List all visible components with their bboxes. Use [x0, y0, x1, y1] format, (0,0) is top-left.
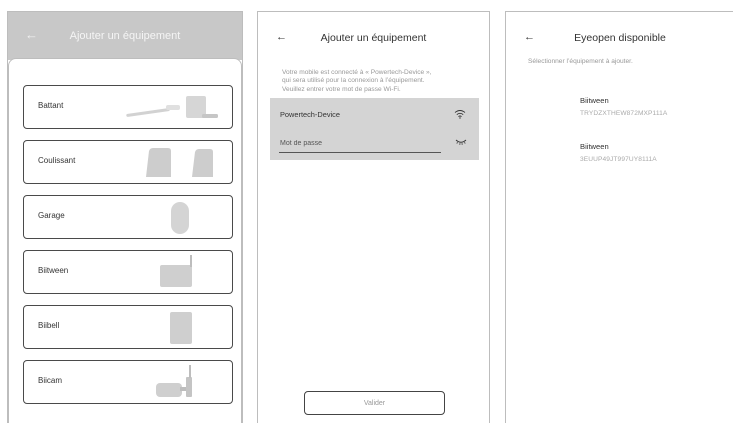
eye-closed-icon[interactable] — [455, 138, 467, 146]
validate-button[interactable]: Valider — [304, 391, 445, 415]
wifi-instructions-line: Veuillez entrer votre mot de passe Wi-Fi… — [282, 85, 401, 93]
device-name: Biitween — [580, 142, 609, 151]
wifi-instructions-line: Votre mobile est connecté à « Powertech-… — [282, 69, 432, 76]
screen-header: ← Eyeopen disponible — [506, 31, 733, 49]
device-type-label: Coulissant — [38, 156, 76, 165]
device-type-card-biitween[interactable]: Biitween — [23, 250, 233, 294]
device-serial: 3EUUP49JT997UY8111A — [580, 156, 657, 163]
page-title: Ajouter un équipement — [320, 32, 427, 44]
device-name: Biitween — [580, 96, 609, 105]
device-serial: TRYDZXTHEW872MXP111A — [580, 110, 668, 117]
wifi-instructions-line: qui sera utilisé pour la connexion à l’é… — [282, 77, 425, 85]
device-type-label: Garage — [38, 211, 65, 220]
device-list-item[interactable]: Biitween TRYDZXTHEW872MXP111A — [580, 96, 667, 117]
wifi-instructions: Votre mobile est connecté à « Powertech-… — [282, 69, 482, 94]
add-equipment-screen-type-list: ← Ajouter un équipement Battant Coulissa… — [7, 11, 243, 423]
device-type-label: Biicam — [38, 376, 63, 385]
device-type-card-biicam[interactable]: Biicam — [23, 360, 233, 404]
device-type-card-garage[interactable]: Garage — [23, 195, 233, 239]
wifi-credentials-box: Powertech-Device — [270, 98, 479, 160]
device-type-card-coulissant[interactable]: Coulissant — [23, 140, 233, 184]
biicam-device-icon — [156, 365, 192, 397]
swing-gate-motor-icon — [126, 96, 218, 118]
device-type-label: Battant — [38, 101, 64, 110]
biibell-device-icon — [170, 312, 192, 344]
network-name: Powertech-Device — [280, 110, 340, 119]
page-title: Eyeopen disponible — [574, 32, 666, 44]
device-type-card-biibell[interactable]: Biibell — [23, 305, 233, 349]
device-type-label: Biibell — [38, 321, 60, 330]
garage-motor-icon — [171, 202, 189, 234]
available-devices-screen: ← Eyeopen disponible Sélectionner l’équi… — [505, 11, 733, 423]
device-type-sheet: Battant Coulissant Garage Biitween Biibe… — [8, 58, 242, 423]
screen-header: ← Ajouter un équipement — [258, 31, 489, 49]
add-equipment-screen-wifi: ← Ajouter un équipement Votre mobile est… — [257, 11, 490, 423]
device-list-item[interactable]: Biitween 3EUUP49JT997UY8111A — [580, 142, 657, 163]
biitween-device-icon — [160, 255, 192, 287]
wifi-icon — [454, 110, 466, 119]
page-title: Ajouter un équipement — [69, 30, 181, 42]
dimmed-header: ← Ajouter un équipement — [8, 12, 242, 60]
sliding-gate-motor-icon — [146, 148, 213, 177]
device-type-label: Biitween — [38, 266, 69, 275]
wifi-password-input[interactable] — [279, 135, 441, 153]
select-hint: Sélectionner l’équipement à ajouter. — [528, 58, 633, 65]
device-type-card-battant[interactable]: Battant — [23, 85, 233, 129]
